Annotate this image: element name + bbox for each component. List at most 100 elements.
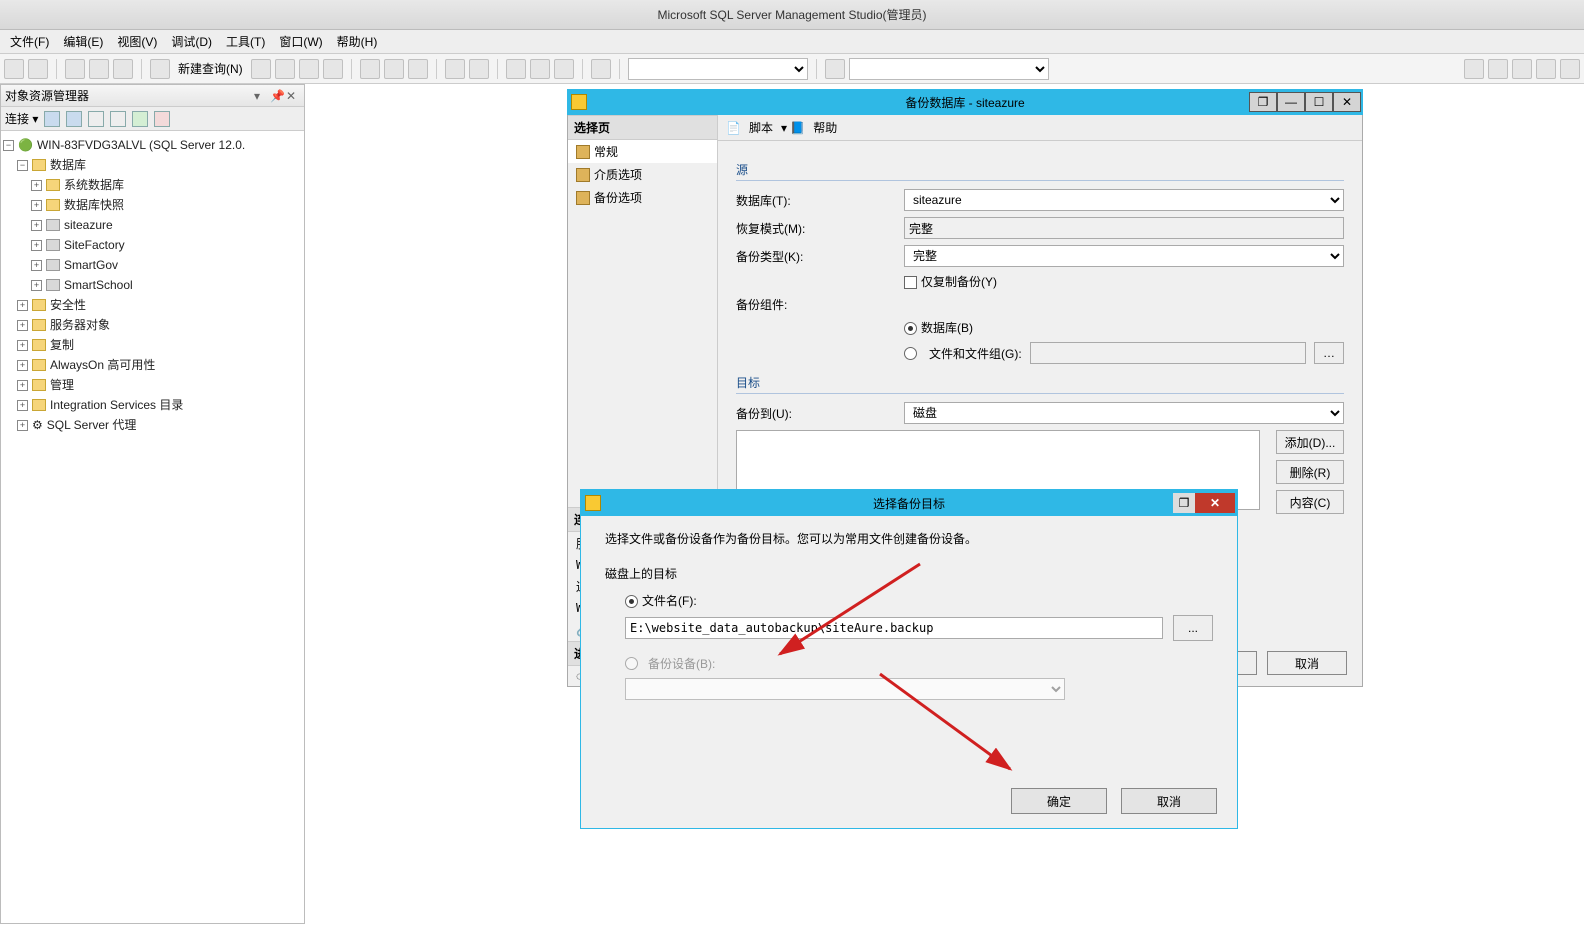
tree-replication[interactable]: +复制 bbox=[3, 335, 302, 355]
radio-filename[interactable] bbox=[625, 595, 638, 608]
minimize-button[interactable]: — bbox=[1277, 92, 1305, 112]
tb-script1-icon[interactable] bbox=[251, 59, 271, 79]
browse-button[interactable]: ... bbox=[1173, 615, 1213, 641]
oe-options-icon[interactable] bbox=[154, 111, 170, 127]
menu-tools[interactable]: 工具(T) bbox=[220, 31, 271, 52]
radio-filegroup[interactable] bbox=[904, 347, 917, 360]
checkbox-copyonly[interactable] bbox=[904, 276, 917, 289]
tree-sql-agent[interactable]: +⚙SQL Server 代理 bbox=[3, 415, 302, 435]
tree-serverobjects[interactable]: +服务器对象 bbox=[3, 315, 302, 335]
tb-ext3-icon[interactable] bbox=[1512, 59, 1532, 79]
tb-cut-icon[interactable] bbox=[360, 59, 380, 79]
help-link[interactable]: 帮助 bbox=[813, 119, 837, 136]
dest-message: 选择文件或备份设备作为备份目标。您可以为常用文件创建备份设备。 bbox=[605, 530, 1213, 547]
tb-newquery-icon[interactable] bbox=[150, 59, 170, 79]
menu-help[interactable]: 帮助(H) bbox=[331, 31, 384, 52]
toolbar: 新建查询(N) bbox=[0, 54, 1584, 84]
oe-tree: −🟢WIN-83FVDG3ALVL (SQL Server 12.0. −数据库… bbox=[1, 131, 304, 439]
oe-refresh-icon[interactable] bbox=[132, 111, 148, 127]
tree-security[interactable]: +安全性 bbox=[3, 295, 302, 315]
add-button[interactable]: 添加(D)... bbox=[1276, 430, 1344, 454]
tb-db-combo[interactable] bbox=[849, 58, 1049, 80]
close-button[interactable]: ✕ bbox=[1333, 92, 1361, 112]
close-button[interactable]: ✕ bbox=[1195, 493, 1235, 513]
backup-titlebar[interactable]: 备份数据库 - siteazure ❐ — ☐ ✕ bbox=[567, 89, 1363, 115]
tb-copy-icon[interactable] bbox=[384, 59, 404, 79]
restore-icon[interactable]: ❐ bbox=[1249, 92, 1277, 112]
tb-ext2-icon[interactable] bbox=[1488, 59, 1508, 79]
input-filepath[interactable] bbox=[625, 617, 1163, 639]
menu-file[interactable]: 文件(F) bbox=[4, 31, 55, 52]
oe-disconnect-icon[interactable] bbox=[66, 111, 82, 127]
maximize-button[interactable]: ☐ bbox=[1305, 92, 1333, 112]
tree-snapshots[interactable]: +数据库快照 bbox=[3, 195, 302, 215]
tb-fwd-icon[interactable] bbox=[28, 59, 48, 79]
tb-exec-combo[interactable] bbox=[628, 58, 808, 80]
tb-save-icon[interactable] bbox=[89, 59, 109, 79]
tb-ext4-icon[interactable] bbox=[1536, 59, 1556, 79]
tree-sysdb[interactable]: +系统数据库 bbox=[3, 175, 302, 195]
tb-nav2-icon[interactable] bbox=[530, 59, 550, 79]
remove-button[interactable]: 删除(R) bbox=[1276, 460, 1344, 484]
page-media[interactable]: 介质选项 bbox=[568, 163, 717, 186]
tb-open-icon[interactable] bbox=[65, 59, 85, 79]
script-dropdown[interactable]: 脚本 bbox=[749, 119, 773, 136]
oe-dropdown-icon[interactable]: ▾ bbox=[254, 89, 268, 103]
tree-db-sitefactory[interactable]: +SiteFactory bbox=[3, 235, 302, 255]
tb-script2-icon[interactable] bbox=[275, 59, 295, 79]
tree-is-catalog[interactable]: +Integration Services 目录 bbox=[3, 395, 302, 415]
tb-paste-icon[interactable] bbox=[408, 59, 428, 79]
tb-db-icon[interactable] bbox=[825, 59, 845, 79]
label-backup-to: 备份到(U): bbox=[736, 405, 896, 422]
tb-script3-icon[interactable] bbox=[299, 59, 319, 79]
tree-db-smartgov[interactable]: +SmartGov bbox=[3, 255, 302, 275]
oe-connect-label[interactable]: 连接 ▾ bbox=[5, 110, 38, 127]
dest-titlebar[interactable]: 选择备份目标 ❐ ✕ bbox=[581, 490, 1237, 516]
select-backup-type[interactable]: 完整 bbox=[904, 245, 1344, 267]
tb-back-icon[interactable] bbox=[4, 59, 24, 79]
tb-exec-icon[interactable] bbox=[591, 59, 611, 79]
tb-redo-icon[interactable] bbox=[469, 59, 489, 79]
page-backup-options[interactable]: 备份选项 bbox=[568, 186, 717, 209]
oe-pin-icon[interactable]: 📌 bbox=[270, 89, 284, 103]
tb-nav3-icon[interactable] bbox=[554, 59, 574, 79]
label-database: 数据库(T): bbox=[736, 192, 896, 209]
menu-view[interactable]: 视图(V) bbox=[111, 31, 163, 52]
backup-cancel-button[interactable]: 取消 bbox=[1267, 651, 1347, 675]
tb-saveall-icon[interactable] bbox=[113, 59, 133, 79]
label-radio-filegroup: 文件和文件组(G): bbox=[929, 345, 1022, 362]
tree-alwayson[interactable]: +AlwaysOn 高可用性 bbox=[3, 355, 302, 375]
tb-ext1-icon[interactable] bbox=[1464, 59, 1484, 79]
oe-filter-icon[interactable] bbox=[110, 111, 126, 127]
tree-server[interactable]: −🟢WIN-83FVDG3ALVL (SQL Server 12.0. bbox=[3, 135, 302, 155]
tb-nav1-icon[interactable] bbox=[506, 59, 526, 79]
dest-ok-button[interactable]: 确定 bbox=[1011, 788, 1107, 814]
menu-debug[interactable]: 调试(D) bbox=[165, 31, 218, 52]
group-source: 源 bbox=[736, 161, 1344, 181]
menu-window[interactable]: 窗口(W) bbox=[273, 31, 328, 52]
select-database[interactable]: siteazure bbox=[904, 189, 1344, 211]
browse-filegroup-button[interactable]: … bbox=[1314, 342, 1344, 364]
tb-undo-icon[interactable] bbox=[445, 59, 465, 79]
app-title: Microsoft SQL Server Management Studio(管… bbox=[658, 6, 927, 23]
tb-newquery-label[interactable]: 新建查询(N) bbox=[174, 60, 247, 77]
oe-stop-icon[interactable] bbox=[88, 111, 104, 127]
tb-ext5-icon[interactable] bbox=[1560, 59, 1580, 79]
select-device bbox=[625, 678, 1065, 700]
oe-connect-icon[interactable] bbox=[44, 111, 60, 127]
tree-db-smartschool[interactable]: +SmartSchool bbox=[3, 275, 302, 295]
tree-db-siteazure[interactable]: +siteazure bbox=[3, 215, 302, 235]
radio-database[interactable] bbox=[904, 322, 917, 335]
contents-button[interactable]: 内容(C) bbox=[1276, 490, 1344, 514]
tb-sep bbox=[619, 59, 620, 79]
menu-edit[interactable]: 编辑(E) bbox=[57, 31, 109, 52]
tree-management[interactable]: +管理 bbox=[3, 375, 302, 395]
tree-databases[interactable]: −数据库 bbox=[3, 155, 302, 175]
tb-script4-icon[interactable] bbox=[323, 59, 343, 79]
dest-cancel-button[interactable]: 取消 bbox=[1121, 788, 1217, 814]
page-general[interactable]: 常规 bbox=[568, 140, 717, 163]
select-backup-to[interactable]: 磁盘 bbox=[904, 402, 1344, 424]
oe-close-icon[interactable]: ✕ bbox=[286, 89, 300, 103]
label-filename: 文件名(F): bbox=[642, 594, 697, 608]
restore-icon[interactable]: ❐ bbox=[1173, 493, 1195, 513]
